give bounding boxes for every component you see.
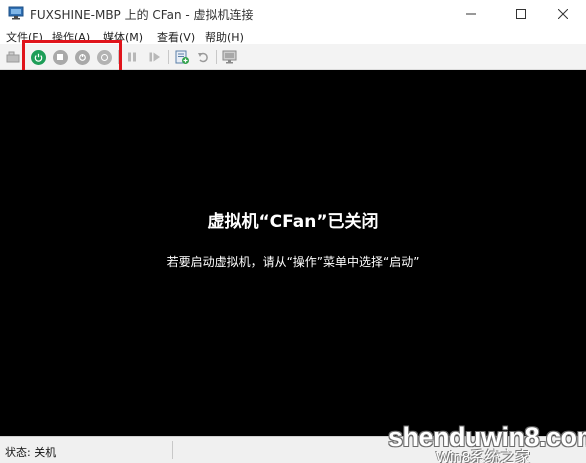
checkpoint-button[interactable] bbox=[173, 48, 191, 66]
status-text: 状态: 关机 bbox=[5, 446, 57, 459]
revert-icon bbox=[198, 52, 208, 63]
watermark-brand: Win8系统之家 bbox=[436, 449, 531, 463]
toolbar-separator bbox=[168, 50, 169, 64]
pause-button[interactable] bbox=[123, 48, 141, 66]
vm-status-message: 若要启动虚拟机，请从“操作”菜单中选择“启动” bbox=[166, 255, 420, 269]
status-separator bbox=[172, 441, 173, 459]
resume-button[interactable] bbox=[145, 48, 163, 66]
toolbar-separator bbox=[216, 50, 217, 64]
watermark: shenduwin8.com Win8系统之家 bbox=[388, 420, 586, 463]
menu-help[interactable]: 帮助(H) bbox=[205, 29, 244, 45]
revert-button[interactable] bbox=[194, 48, 212, 66]
close-button[interactable] bbox=[540, 0, 586, 28]
highlight-annotation bbox=[22, 40, 122, 73]
minimize-icon bbox=[466, 13, 476, 15]
menu-view[interactable]: 查看(V) bbox=[157, 29, 195, 45]
maximize-icon bbox=[516, 9, 526, 19]
enhanced-session-icon bbox=[222, 50, 237, 63]
vm-status-title: 虚拟机“CFan”已关闭 bbox=[207, 212, 379, 232]
checkpoint-icon bbox=[175, 50, 189, 64]
window-title: FUXSHINE-MBP 上的 CFan - 虚拟机连接 bbox=[30, 8, 254, 22]
ctrl-alt-del-button[interactable] bbox=[4, 48, 22, 66]
close-icon bbox=[558, 9, 568, 19]
maximize-button[interactable] bbox=[498, 0, 544, 28]
title-bar: FUXSHINE-MBP 上的 CFan - 虚拟机连接 bbox=[0, 0, 586, 28]
resume-icon bbox=[149, 52, 160, 62]
vm-display[interactable]: 虚拟机“CFan”已关闭 若要启动虚拟机，请从“操作”菜单中选择“启动” bbox=[0, 70, 586, 436]
ctrl-alt-del-icon bbox=[6, 51, 20, 63]
pause-icon bbox=[128, 52, 136, 62]
enhanced-session-button[interactable] bbox=[221, 48, 239, 66]
vm-connection-icon bbox=[8, 6, 24, 20]
minimize-button[interactable] bbox=[448, 0, 494, 28]
